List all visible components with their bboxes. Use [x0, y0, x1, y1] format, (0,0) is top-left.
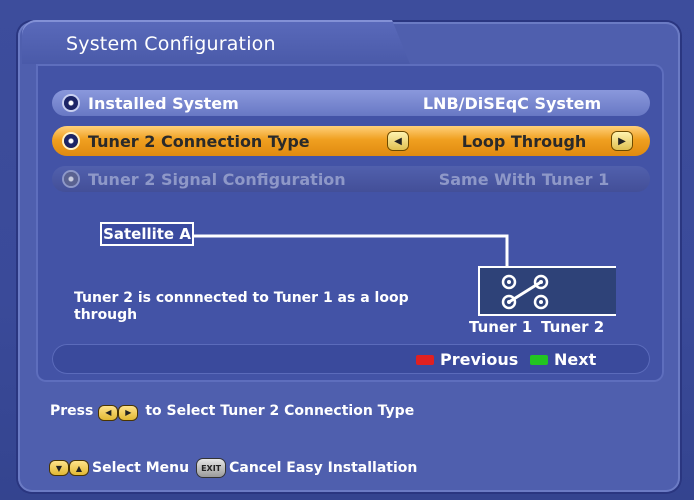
installed-system-label: Installed System: [88, 93, 239, 113]
tuner-connectors-icon: [501, 274, 549, 310]
cancel-installation-hint: Cancel Easy Installation: [229, 460, 418, 476]
select-connection-hint: to Select Tuner 2 Connection Type: [145, 403, 415, 420]
page-title: System Configuration: [66, 33, 276, 55]
next-label: Next: [554, 350, 597, 369]
red-key-icon: [416, 354, 434, 365]
tuner-box: [478, 266, 616, 316]
tuner2-signal-value: Same With Tuner 1: [438, 169, 610, 189]
left-key-icon: ◀: [99, 405, 118, 420]
green-key-icon: [530, 354, 548, 365]
bullet-icon: [64, 96, 78, 110]
tuner1-label: Tuner 1: [469, 318, 533, 336]
down-key-icon: ▼: [50, 461, 68, 475]
satellite-box: Satellite A: [100, 222, 194, 246]
tuner2-signal-label: Tuner 2 Signal Configuration: [88, 169, 346, 189]
left-arrow-icon[interactable]: ◀: [388, 132, 408, 150]
help-menu: ▼ ▲ Select Menu EXIT Cancel Easy Installa…: [50, 459, 417, 477]
tuner2-label: Tuner 2: [541, 318, 605, 336]
right-key-icon: ▶: [119, 405, 138, 420]
previous-button[interactable]: Previous: [416, 350, 518, 369]
next-button[interactable]: Next: [530, 350, 596, 369]
up-key-icon: ▲: [70, 461, 88, 475]
tuner2-connection-value: Loop Through: [461, 131, 587, 151]
left-right-keys: ◀ ▶: [99, 403, 139, 420]
help-select-connection: Press ◀ ▶ to Select Tuner 2 Connection Ty…: [50, 403, 414, 420]
bullet-icon: [64, 172, 78, 186]
installed-system-value: LNB/DiSEqC System: [422, 93, 602, 113]
select-menu-hint: Select Menu: [92, 460, 190, 476]
press-label: Press: [50, 403, 94, 420]
bullet-icon: [64, 134, 78, 148]
right-arrow-icon[interactable]: ▶: [612, 132, 632, 150]
tuner2-connection-label: Tuner 2 Connection Type: [88, 131, 310, 151]
menu-item-installed-system[interactable]: Installed System LNB/DiSEqC System: [52, 90, 650, 116]
menu-item-tuner2-signal-configuration: Tuner 2 Signal Configuration Same With T…: [52, 166, 650, 192]
connection-description: Tuner 2 is connnected to Tuner 1 as a lo…: [74, 290, 409, 323]
menu-item-tuner2-connection-type[interactable]: Tuner 2 Connection Type ◀ Loop Through ▶: [52, 126, 650, 156]
exit-key-icon: EXIT: [197, 459, 226, 477]
previous-label: Previous: [440, 350, 519, 369]
